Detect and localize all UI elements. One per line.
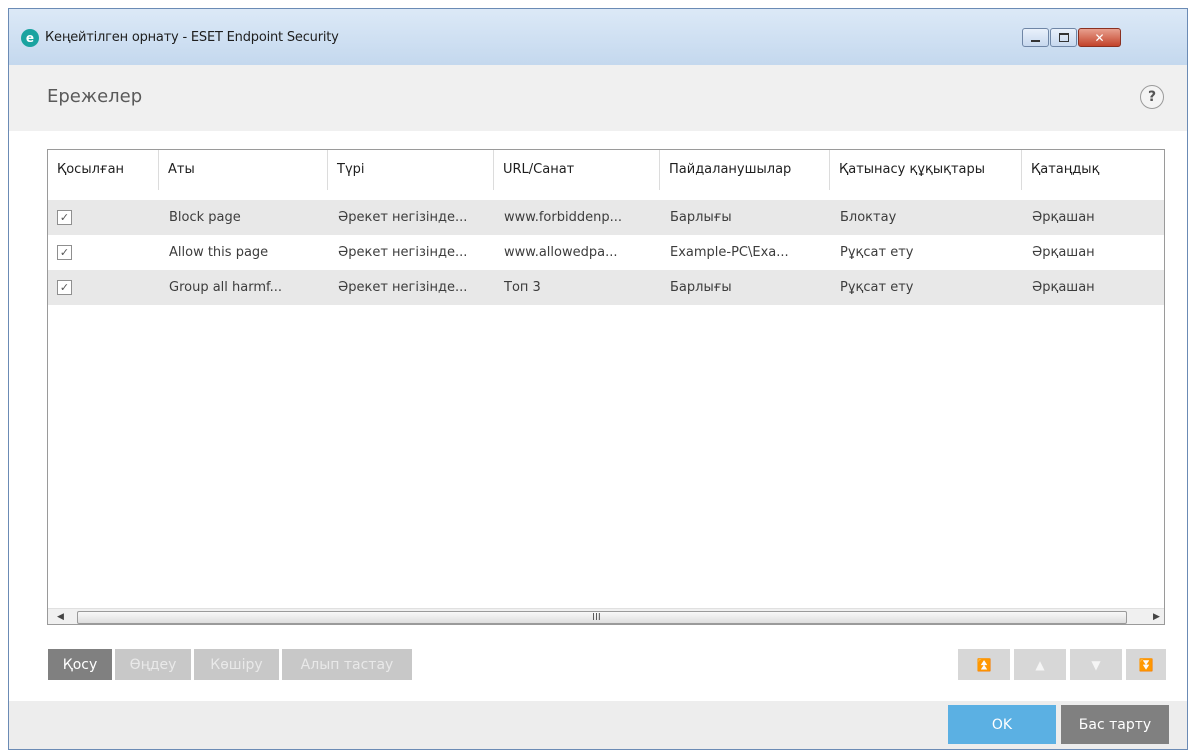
rule-name: Allow this page	[169, 245, 269, 260]
content-area: Қосылған Аты Түрі URL/Санат Пайдаланушыл…	[9, 131, 1187, 701]
help-button[interactable]: ?	[1140, 85, 1164, 109]
scrollbar-thumb[interactable]: III	[77, 611, 1127, 624]
add-button[interactable]: Қосу	[48, 649, 112, 680]
advanced-setup-window: e Кеңейтілген орнату - ESET Endpoint Sec…	[8, 8, 1188, 750]
column-header-type[interactable]: Түрі	[328, 150, 494, 190]
rule-users: Барлығы	[670, 210, 732, 225]
move-top-button[interactable]: ⏫	[958, 649, 1010, 680]
move-bottom-icon: ⏬	[1138, 657, 1154, 672]
minimize-button[interactable]	[1022, 28, 1049, 47]
column-header-url[interactable]: URL/Санат	[494, 150, 660, 190]
horizontal-scrollbar[interactable]: ◀ III ▶	[48, 608, 1164, 624]
rule-access: Блоктау	[840, 210, 897, 225]
rule-severity: Әрқашан	[1032, 245, 1095, 260]
minimize-icon	[1031, 39, 1040, 42]
rule-type: Әрекет негізінде...	[338, 280, 468, 295]
rule-severity: Әрқашан	[1032, 210, 1095, 225]
column-header-access[interactable]: Қатынасу құқықтары	[830, 150, 1022, 190]
column-header-users[interactable]: Пайдаланушылар	[660, 150, 830, 190]
scroll-grip-icon: III	[592, 612, 601, 623]
rule-url: www.forbiddenp...	[504, 210, 622, 225]
move-down-button[interactable]: ▼	[1070, 649, 1122, 680]
remove-button[interactable]: Алып тастау	[282, 649, 412, 680]
rule-access: Рұқсат ету	[840, 245, 914, 260]
window-title: Кеңейтілген орнату - ESET Endpoint Secur…	[45, 30, 339, 45]
rule-url: Топ 3	[504, 280, 541, 295]
column-header-enabled[interactable]: Қосылған	[48, 150, 159, 190]
page-title: Ережелер	[47, 86, 143, 107]
rule-severity: Әрқашан	[1032, 280, 1095, 295]
close-icon: ✕	[1094, 30, 1105, 45]
rules-table: Қосылған Аты Түрі URL/Санат Пайдаланушыл…	[47, 149, 1165, 625]
scroll-right-icon[interactable]: ▶	[1148, 610, 1164, 624]
enabled-checkbox[interactable]: ✓	[57, 210, 72, 225]
dialog-footer: OK Бас тарту	[9, 701, 1187, 749]
move-up-button[interactable]: ▲	[1014, 649, 1066, 680]
rule-users: Барлығы	[670, 280, 732, 295]
cancel-button[interactable]: Бас тарту	[1061, 705, 1169, 744]
maximize-button[interactable]	[1050, 28, 1077, 47]
move-down-icon: ▼	[1091, 657, 1101, 672]
rule-type: Әрекет негізінде...	[338, 210, 468, 225]
table-row[interactable]: ✓ Allow this page Әрекет негізінде... ww…	[48, 235, 1164, 270]
move-bottom-button[interactable]: ⏬	[1126, 649, 1166, 680]
eset-logo-icon: e	[21, 29, 39, 47]
copy-button[interactable]: Көшіру	[194, 649, 279, 680]
maximize-icon	[1058, 33, 1069, 42]
enabled-checkbox[interactable]: ✓	[57, 280, 72, 295]
table-row[interactable]: ✓ Group all harmf... Әрекет негізінде...…	[48, 270, 1164, 305]
column-header-name[interactable]: Аты	[159, 150, 328, 190]
rule-name: Group all harmf...	[169, 280, 283, 295]
page-header: Ережелер ?	[9, 65, 1187, 131]
enabled-checkbox[interactable]: ✓	[57, 245, 72, 260]
title-bar[interactable]: e Кеңейтілген орнату - ESET Endpoint Sec…	[9, 9, 1187, 65]
rule-users: Example-PC\Exa...	[670, 245, 789, 260]
ok-button[interactable]: OK	[948, 705, 1056, 744]
table-header: Қосылған Аты Түрі URL/Санат Пайдаланушыл…	[48, 150, 1164, 190]
rule-type: Әрекет негізінде...	[338, 245, 468, 260]
rule-access: Рұқсат ету	[840, 280, 914, 295]
edit-button[interactable]: Өңдеу	[115, 649, 191, 680]
table-row[interactable]: ✓ Block page Әрекет негізінде... www.for…	[48, 200, 1164, 235]
move-top-icon: ⏫	[976, 657, 992, 672]
close-button[interactable]: ✕	[1078, 28, 1121, 47]
rule-name: Block page	[169, 210, 241, 225]
rule-url: www.allowedpa...	[504, 245, 618, 260]
help-icon: ?	[1147, 89, 1157, 105]
scroll-left-icon[interactable]: ◀	[52, 610, 69, 624]
move-up-icon: ▲	[1035, 657, 1045, 672]
column-header-severity[interactable]: Қатаңдық	[1022, 150, 1164, 190]
